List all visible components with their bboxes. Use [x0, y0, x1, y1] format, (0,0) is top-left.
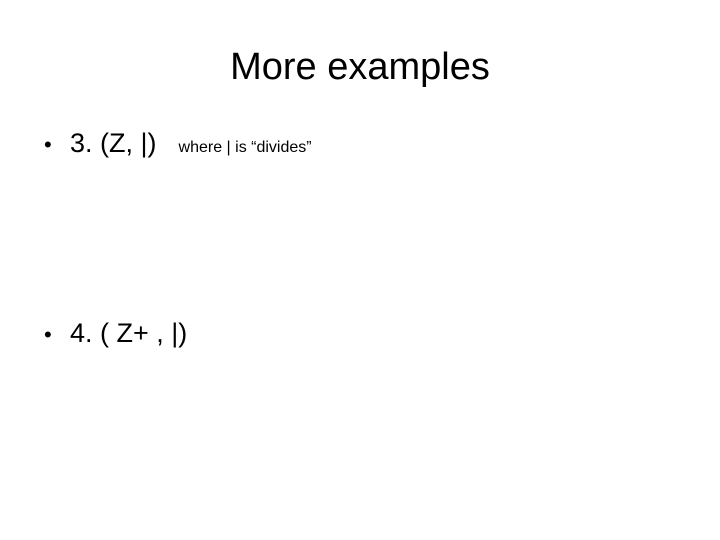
bullet-marker: • — [44, 322, 52, 347]
slide-title: More examples — [230, 46, 490, 88]
bullet-marker: • — [44, 132, 52, 157]
bullet-note: where | is “divides” — [178, 139, 312, 156]
bullet-item: • 3. (Z, |) where | is “divides” — [44, 128, 312, 159]
bullet-text: 4. ( Z+ , |) — [70, 318, 188, 348]
bullet-text: 3. (Z, |) — [70, 128, 157, 158]
bullet-item: • 4. ( Z+ , |) — [44, 318, 187, 349]
